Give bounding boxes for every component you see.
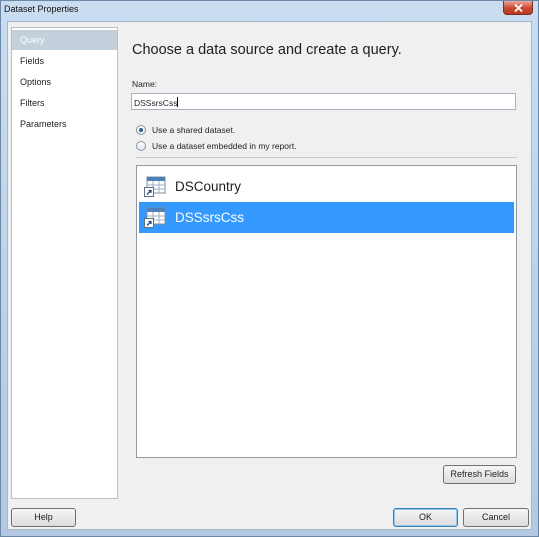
cancel-button[interactable]: Cancel — [463, 508, 529, 527]
ok-button[interactable]: OK — [393, 508, 458, 527]
radio-embedded-dataset[interactable]: Use a dataset embedded in my report. — [136, 139, 297, 152]
text-caret — [177, 97, 179, 107]
name-input-value: DSSsrsCss — [134, 98, 178, 108]
close-icon — [514, 4, 523, 12]
nav-item-options[interactable]: Options — [12, 72, 117, 92]
dialog-client-area: Query Fields Options Filters Parameters … — [7, 21, 532, 530]
close-button[interactable] — [503, 1, 533, 15]
nav-item-fields[interactable]: Fields — [12, 51, 117, 71]
radio-button-checked[interactable] — [136, 124, 146, 135]
dataset-item-label: DSSsrsCss — [175, 210, 245, 225]
name-label: Name: — [132, 79, 158, 89]
help-button[interactable]: Help — [11, 508, 76, 527]
page-nav: Query Fields Options Filters Parameters — [11, 27, 118, 499]
dataset-item-label: DSCountry — [175, 179, 242, 194]
shared-dataset-list[interactable]: DSCountry DSSsrsCss — [136, 165, 517, 458]
dataset-item-dssrscss[interactable]: DSSsrsCss — [139, 202, 514, 233]
nav-item-parameters[interactable]: Parameters — [12, 114, 117, 134]
dataset-properties-window: Dataset Properties Query Fields Options … — [0, 0, 539, 537]
page-title: Choose a data source and create a query. — [132, 42, 402, 58]
radio-shared-dataset[interactable]: Use a shared dataset. — [136, 123, 235, 136]
nav-item-query[interactable]: Query — [12, 30, 117, 50]
title-bar[interactable]: Dataset Properties — [1, 1, 538, 19]
window-title: Dataset Properties — [4, 4, 79, 14]
shared-dataset-icon — [144, 176, 166, 197]
nav-item-filters[interactable]: Filters — [12, 93, 117, 113]
refresh-fields-button[interactable]: Refresh Fields — [443, 465, 516, 484]
radio-button-unchecked[interactable] — [136, 140, 146, 151]
dataset-item-dscountry[interactable]: DSCountry — [139, 171, 514, 202]
name-input[interactable]: DSSsrsCss — [131, 93, 516, 110]
divider — [136, 157, 517, 158]
radio-shared-dataset-label: Use a shared dataset. — [152, 124, 236, 135]
shared-dataset-icon — [144, 207, 166, 228]
radio-embedded-dataset-label: Use a dataset embedded in my report. — [152, 140, 297, 151]
